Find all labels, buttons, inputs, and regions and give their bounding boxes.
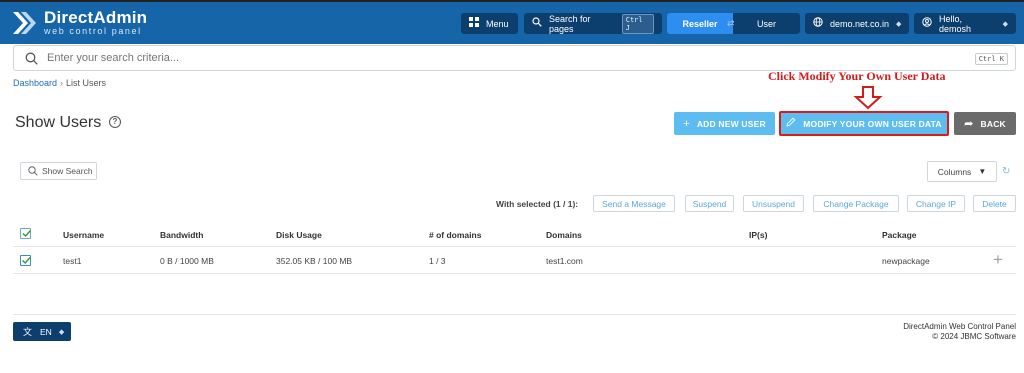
arrow-down-icon bbox=[853, 86, 883, 110]
language-label: EN bbox=[40, 326, 52, 337]
disk-usage-value: 352.05 KB / 100 MB bbox=[276, 256, 353, 266]
search-shortcut: Ctrl K bbox=[974, 53, 1008, 65]
back-label: BACK bbox=[980, 118, 1006, 129]
chevron-updown-icon: ◆ bbox=[896, 20, 902, 28]
brand-logo[interactable]: DirectAdmin web control panel bbox=[11, 9, 147, 36]
search-input[interactable] bbox=[47, 52, 947, 64]
domain-selector[interactable]: demo.net.co.in ◆ bbox=[805, 13, 909, 34]
footer-product: DirectAdmin Web Control Panel bbox=[903, 322, 1016, 331]
brand-subtitle: web control panel bbox=[44, 26, 142, 36]
caret-down-icon: ▼ bbox=[978, 167, 987, 176]
change-package-button[interactable]: Change Package bbox=[813, 195, 899, 212]
greeting-label: Hello, demosh bbox=[939, 13, 972, 34]
suspend-button[interactable]: Suspend bbox=[685, 195, 734, 212]
back-button[interactable]: ➦ BACK bbox=[954, 112, 1016, 135]
menu-label: Menu bbox=[486, 18, 509, 29]
delete-button[interactable]: Delete bbox=[973, 195, 1016, 212]
help-icon[interactable]: ? bbox=[109, 116, 121, 128]
menu-button[interactable]: Menu bbox=[461, 13, 518, 34]
with-selected-label: With selected (1 / 1): bbox=[496, 199, 579, 209]
search-pages-label: Search for pages bbox=[549, 13, 591, 34]
brand-title: DirectAdmin bbox=[44, 8, 148, 27]
check-icon bbox=[22, 230, 32, 238]
modify-own-user-data-button[interactable]: MODIFY YOUR OWN USER DATA bbox=[779, 111, 949, 136]
columns-label: Columns bbox=[937, 166, 972, 177]
header-disk-usage[interactable]: Disk Usage bbox=[276, 230, 322, 240]
chevron-updown-icon: ◆ bbox=[58, 328, 65, 336]
package-link[interactable]: newpackage bbox=[882, 256, 930, 266]
breadcrumb-separator: › bbox=[60, 78, 64, 88]
global-search-bar[interactable]: Ctrl K bbox=[13, 45, 1016, 71]
send-message-button[interactable]: Send a Message bbox=[593, 195, 675, 212]
page-title: Show Users bbox=[15, 114, 102, 131]
domain-label: demo.net.co.in bbox=[830, 18, 890, 29]
role-switcher[interactable]: Reseller ⇄ User bbox=[667, 13, 800, 34]
username-link[interactable]: test1 bbox=[63, 256, 81, 266]
bandwidth-value: 0 B / 1000 MB bbox=[160, 256, 214, 266]
domain-count-value: 1 / 3 bbox=[429, 256, 446, 266]
refresh-icon[interactable]: ↻ bbox=[1002, 166, 1010, 177]
check-icon bbox=[22, 257, 31, 265]
breadcrumb-current: List Users bbox=[66, 78, 107, 88]
unsuspend-button[interactable]: Unsuspend bbox=[743, 195, 804, 212]
search-icon bbox=[532, 17, 542, 30]
chevron-updown-icon: ◆ bbox=[1002, 20, 1008, 28]
globe-icon bbox=[813, 17, 823, 30]
header-package[interactable]: Package bbox=[882, 230, 917, 240]
plus-icon: + bbox=[683, 117, 690, 130]
table-header-row: Username Bandwidth Disk Usage # of domai… bbox=[13, 222, 1016, 247]
change-ip-button[interactable]: Change IP bbox=[907, 195, 965, 212]
add-new-user-button[interactable]: + ADD NEW USER bbox=[674, 112, 775, 135]
footer-text: DirectAdmin Web Control Panel © 2024 JBM… bbox=[903, 322, 1016, 342]
header-ips[interactable]: IP(s) bbox=[749, 230, 767, 240]
pencil-icon bbox=[786, 117, 796, 130]
translate-icon: 文 bbox=[23, 327, 33, 337]
search-pages-shortcut: Ctrl J bbox=[621, 13, 654, 34]
search-icon bbox=[28, 166, 38, 176]
footer-copyright: © 2024 JBMC Software bbox=[932, 332, 1016, 341]
grid-icon bbox=[469, 17, 479, 30]
search-pages-button[interactable]: Search for pages Ctrl J bbox=[524, 13, 662, 34]
select-all-checkbox[interactable] bbox=[20, 228, 32, 239]
breadcrumb-dashboard-link[interactable]: Dashboard bbox=[13, 78, 57, 88]
user-circle-icon bbox=[922, 17, 932, 30]
role-user-label: User bbox=[756, 18, 776, 29]
role-user-tab[interactable]: ⇄ User bbox=[727, 13, 800, 34]
role-reseller-tab[interactable]: Reseller bbox=[667, 13, 733, 34]
share-arrow-icon: ➦ bbox=[964, 118, 974, 130]
language-selector[interactable]: 文 EN ◆ bbox=[13, 322, 71, 341]
row-checkbox[interactable] bbox=[20, 255, 31, 266]
table-row[interactable]: test1 0 B / 1000 MB 352.05 KB / 100 MB 1… bbox=[13, 247, 1016, 274]
header-username[interactable]: Username bbox=[63, 230, 104, 240]
breadcrumb: Dashboard › List Users bbox=[13, 78, 106, 88]
modify-own-user-data-label: MODIFY YOUR OWN USER DATA bbox=[803, 118, 942, 129]
footer-divider bbox=[13, 314, 1016, 315]
directadmin-logo-icon bbox=[13, 11, 36, 34]
add-new-user-label: ADD NEW USER bbox=[696, 118, 766, 129]
show-search-button[interactable]: Show Search bbox=[20, 162, 97, 180]
search-icon bbox=[25, 52, 38, 65]
expand-row-icon[interactable]: + bbox=[993, 250, 1003, 270]
columns-dropdown[interactable]: Columns ▼ bbox=[927, 161, 997, 182]
header-bandwidth[interactable]: Bandwidth bbox=[160, 230, 203, 240]
show-search-label: Show Search bbox=[42, 166, 93, 176]
user-menu-button[interactable]: Hello, demosh ◆ bbox=[914, 13, 1016, 34]
users-table: Username Bandwidth Disk Usage # of domai… bbox=[13, 222, 1016, 274]
header-domains[interactable]: Domains bbox=[546, 230, 582, 240]
domain-link[interactable]: test1.com bbox=[546, 256, 583, 266]
header-domain-count[interactable]: # of domains bbox=[429, 230, 481, 240]
swap-icon: ⇄ bbox=[727, 18, 735, 28]
instruction-annotation: Click Modify Your Own User Data bbox=[768, 69, 946, 83]
top-header: DirectAdmin web control panel Menu Searc… bbox=[0, 0, 1024, 44]
